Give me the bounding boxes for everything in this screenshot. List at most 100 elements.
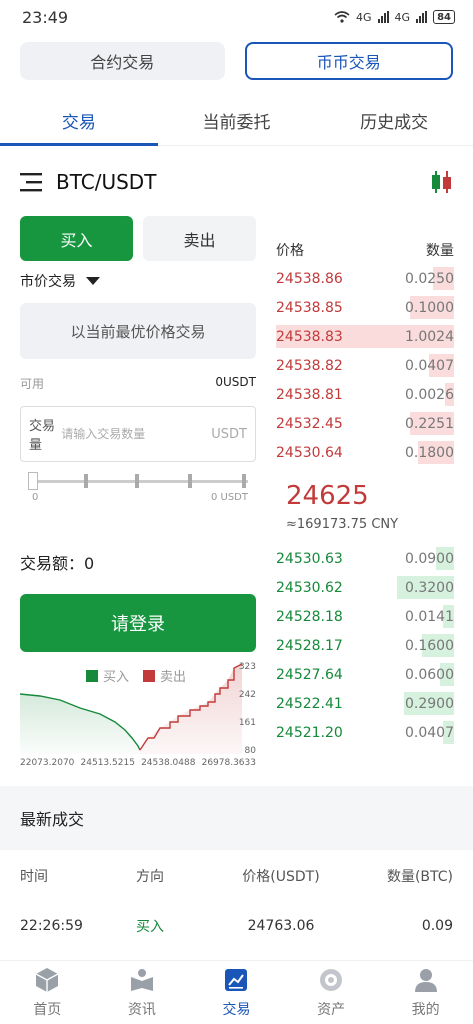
bid-row[interactable]: 24528.18 0.0141: [276, 602, 454, 631]
ask-qty: 0.0250: [405, 270, 454, 287]
depth-y-axis: 323 242 161 80: [239, 662, 256, 756]
ask-price: 24538.83: [276, 328, 343, 345]
trade-price: 24763.06: [247, 918, 315, 934]
order-type-label: 市价交易: [20, 274, 76, 290]
header-time: 时间: [20, 869, 48, 885]
header-side: 方向: [136, 869, 164, 885]
slider-step-50[interactable]: [135, 474, 139, 488]
quantity-field[interactable]: 交易量 USDT: [20, 406, 256, 462]
pair-menu-icon[interactable]: [20, 172, 44, 192]
market-price-field: 以当前最优价格交易: [20, 303, 256, 359]
battery-icon: 84: [433, 10, 455, 24]
depth-buy-area: [20, 694, 140, 754]
ask-price: 24538.82: [276, 357, 343, 374]
depth-x-tick: 24513.5215: [80, 758, 135, 768]
depth-y-tick: 80: [244, 746, 256, 756]
bid-qty: 0.3200: [405, 579, 454, 596]
depth-y-tick: 161: [238, 718, 256, 728]
network-label-2: 4G: [394, 10, 411, 24]
tab-open-orders[interactable]: 当前委托: [158, 96, 316, 145]
tab-trade[interactable]: 交易: [0, 96, 158, 146]
slider-step-100[interactable]: [242, 474, 246, 488]
ask-qty: 0.0026: [405, 386, 454, 403]
bid-qty: 0.2900: [405, 695, 454, 712]
bid-row[interactable]: 24527.64 0.0600: [276, 660, 454, 689]
tab-bar: 交易 当前委托 历史成交: [0, 96, 473, 146]
bid-row[interactable]: 24521.20 0.0407: [276, 718, 454, 747]
assets-coin-icon: [320, 968, 343, 991]
tab-trade-history[interactable]: 历史成交: [315, 96, 473, 145]
ask-row[interactable]: 24538.83 1.0024: [276, 322, 454, 351]
ask-price: 24538.86: [276, 270, 343, 287]
bottom-nav: 首页 资讯 交易 资产 我的: [0, 960, 473, 1024]
kline-chart-icon[interactable]: [431, 169, 453, 195]
legend-sell: 卖出: [143, 666, 186, 685]
ask-row[interactable]: 24530.64 0.1800: [276, 438, 454, 467]
nav-trade[interactable]: 交易: [189, 961, 284, 1024]
trade-time: 22:26:59: [20, 918, 83, 934]
order-type-dropdown[interactable]: 市价交易: [20, 269, 256, 293]
ask-row[interactable]: 24538.81 0.0026: [276, 380, 454, 409]
legend-sell-swatch: [143, 669, 156, 682]
ask-row[interactable]: 24538.82 0.0407: [276, 351, 454, 380]
ask-price: 24532.45: [276, 415, 343, 432]
slider-max-label: 0 USDT: [210, 492, 248, 503]
nav-assets-label: 资产: [317, 1001, 346, 1018]
buy-button[interactable]: 买入: [20, 216, 133, 261]
bid-price: 24528.18: [276, 608, 343, 625]
ask-qty: 1.0024: [405, 328, 454, 345]
pair-header: BTC/USDT: [20, 162, 453, 202]
sell-button[interactable]: 卖出: [143, 216, 256, 261]
ask-row[interactable]: 24532.45 0.2251: [276, 409, 454, 438]
quantity-slider[interactable]: 0 0 USDT: [20, 472, 256, 508]
ask-qty: 0.1000: [405, 299, 454, 316]
nav-assets[interactable]: 资产: [284, 961, 379, 1024]
ask-row[interactable]: 24538.85 0.1000: [276, 293, 454, 322]
ask-price: 24530.64: [276, 444, 343, 461]
available-label: 可用: [20, 377, 45, 391]
qty-header: 数量: [426, 243, 454, 259]
slider-handle[interactable]: [28, 472, 38, 490]
spot-trading-button[interactable]: 币币交易: [244, 42, 453, 80]
trade-chart-icon: [225, 968, 248, 991]
slider-step-75[interactable]: [188, 474, 192, 488]
login-button[interactable]: 请登录: [20, 594, 256, 652]
pair-name[interactable]: BTC/USDT: [56, 170, 156, 194]
signal-icon: [377, 11, 389, 23]
bid-row[interactable]: 24528.17 0.1600: [276, 631, 454, 660]
slider-track[interactable]: [32, 480, 248, 483]
depth-y-tick: 323: [238, 662, 256, 672]
legend-buy: 买入: [86, 666, 129, 685]
ask-price: 24538.81: [276, 386, 343, 403]
table-row: 22:26:59 买入 24763.06 0.09: [20, 912, 453, 940]
contract-trading-button[interactable]: 合约交易: [20, 42, 225, 80]
nav-home[interactable]: 首页: [0, 961, 95, 1024]
nav-profile[interactable]: 我的: [378, 961, 473, 1024]
trade-form: 买入 卖出 市价交易 以当前最优价格交易 可用 0USDT 交易量 USDT 0…: [20, 216, 256, 652]
nav-news[interactable]: 资讯: [95, 961, 190, 1024]
depth-x-tick: 24538.0488: [141, 758, 196, 768]
legend-buy-swatch: [86, 669, 98, 682]
trade-side: 买入: [136, 919, 164, 935]
bid-row[interactable]: 24530.63 0.0900: [276, 544, 454, 573]
quantity-unit: USDT: [211, 426, 247, 442]
bid-price: 24521.20: [276, 724, 343, 741]
depth-x-axis: 22073.2070 24513.5215 24538.0488 26978.3…: [20, 758, 256, 768]
slider-step-25[interactable]: [84, 474, 88, 488]
depth-chart: 买入 卖出 323 242 161 80 22073.2070 24513.52…: [20, 658, 256, 768]
available-balance: 可用 0USDT: [20, 375, 256, 392]
bid-row[interactable]: 24522.41 0.2900: [276, 689, 454, 718]
network-label-1: 4G: [356, 10, 372, 24]
depth-x-tick: 22073.2070: [20, 758, 75, 768]
price-header: 价格: [276, 243, 304, 259]
ask-list: 24538.86 0.0250 24538.85 0.1000 24538.83 1.00…: [276, 264, 454, 467]
status-icons: 4G 4G 84: [334, 10, 455, 24]
depth-legend: 买入 卖出: [86, 666, 186, 685]
ask-qty: 0.1800: [405, 444, 454, 461]
ask-row[interactable]: 24538.86 0.0250: [276, 264, 454, 293]
last-price-cny: ≈169173.75 CNY: [286, 517, 399, 532]
bid-price: 24527.64: [276, 666, 343, 683]
quantity-input[interactable]: [61, 427, 212, 441]
bid-qty: 0.0900: [405, 550, 454, 567]
bid-row[interactable]: 24530.62 0.3200: [276, 573, 454, 602]
